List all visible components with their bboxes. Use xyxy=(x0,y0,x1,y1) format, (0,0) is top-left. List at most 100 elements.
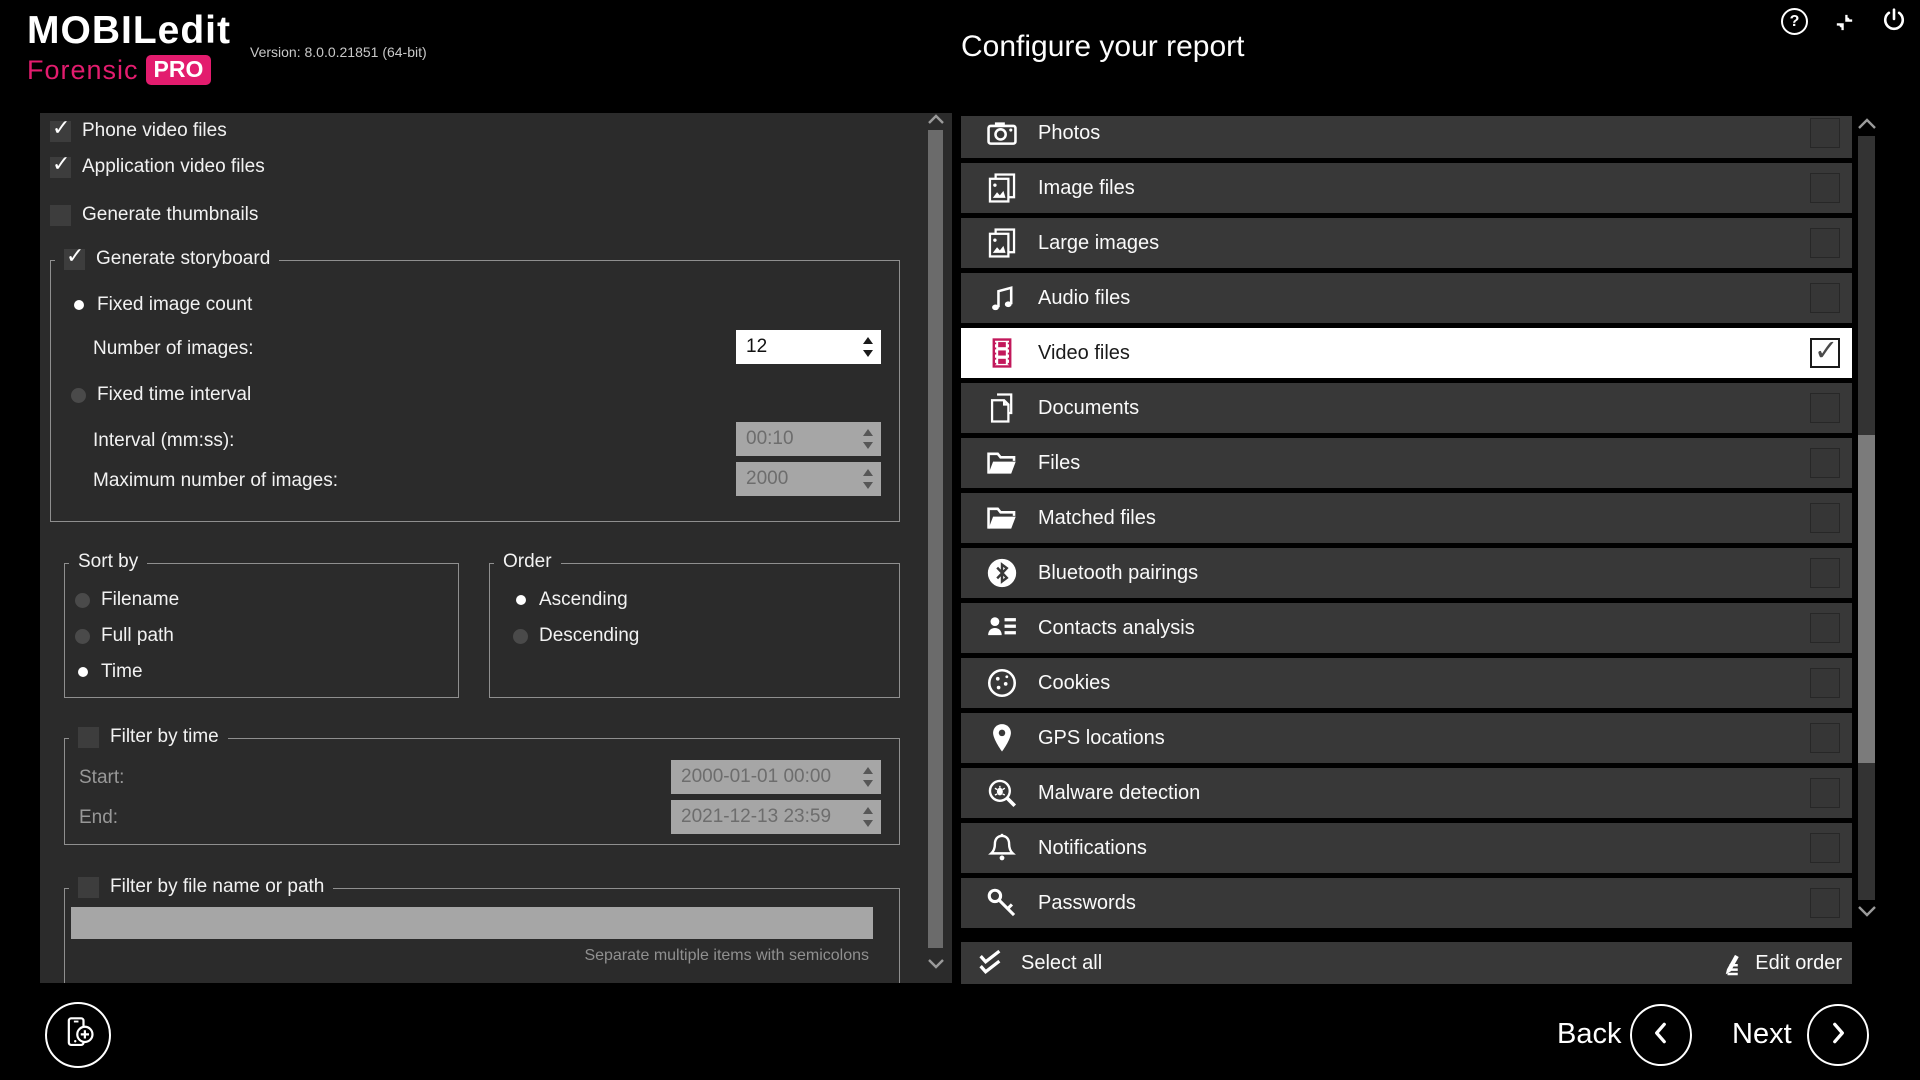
report-item-checkbox[interactable] xyxy=(1810,558,1840,588)
report-item-audio-files[interactable]: Audio files xyxy=(961,273,1852,323)
max-images-label: Maximum number of images: xyxy=(93,469,338,493)
number-of-images-spinner[interactable] xyxy=(736,330,881,364)
checkbox-unchecked-icon[interactable] xyxy=(78,877,99,898)
scrollbar-thumb[interactable] xyxy=(928,130,943,948)
report-item-checkbox[interactable] xyxy=(1810,888,1840,918)
spin-down-icon[interactable] xyxy=(863,442,873,449)
spin-up-icon[interactable] xyxy=(863,807,873,814)
scrollbar-thumb[interactable] xyxy=(1858,435,1875,763)
report-item-files[interactable]: Files xyxy=(961,438,1852,488)
spinner-arrows[interactable] xyxy=(855,800,881,834)
select-all-button[interactable]: Select all xyxy=(1021,952,1102,975)
next-button-label[interactable]: Next xyxy=(1732,1018,1792,1051)
connect-phone-button[interactable] xyxy=(45,1002,111,1068)
report-item-matched-files[interactable]: Matched files xyxy=(961,493,1852,543)
checkbox-checked-icon[interactable] xyxy=(64,249,85,270)
spin-down-icon[interactable] xyxy=(863,820,873,827)
radio-selected-icon[interactable] xyxy=(75,665,90,680)
filter-by-name-checkbox[interactable]: Filter by file name or path xyxy=(69,876,333,898)
start-date-spinner[interactable] xyxy=(671,760,881,794)
spinner-arrows[interactable] xyxy=(855,330,881,364)
spin-up-icon[interactable] xyxy=(863,767,873,774)
filter-by-time-checkbox[interactable]: Filter by time xyxy=(69,726,228,748)
scroll-up-icon[interactable] xyxy=(927,113,945,125)
scroll-down-icon[interactable] xyxy=(927,958,945,970)
report-item-checkbox[interactable] xyxy=(1810,283,1840,313)
radio-unselected-icon[interactable] xyxy=(513,629,528,644)
report-item-checkbox[interactable] xyxy=(1810,228,1840,258)
report-item-video-files[interactable]: Video files xyxy=(961,328,1852,378)
report-item-notifications[interactable]: Notifications xyxy=(961,823,1852,873)
sort-filename-radio[interactable]: Filename xyxy=(75,588,179,612)
report-item-passwords[interactable]: Passwords xyxy=(961,878,1852,928)
select-all-icon[interactable] xyxy=(975,948,1005,978)
number-of-images-input[interactable] xyxy=(736,330,855,364)
spin-up-icon[interactable] xyxy=(863,337,873,344)
back-button[interactable] xyxy=(1630,1004,1692,1066)
filename-filter-input[interactable] xyxy=(71,907,873,939)
report-item-checkbox[interactable] xyxy=(1810,613,1840,643)
spin-up-icon[interactable] xyxy=(863,429,873,436)
report-item-cookies[interactable]: Cookies xyxy=(961,658,1852,708)
report-item-malware-detection[interactable]: Malware detection xyxy=(961,768,1852,818)
spin-down-icon[interactable] xyxy=(863,350,873,357)
order-ascending-radio[interactable]: Ascending xyxy=(513,588,628,612)
end-date-input[interactable] xyxy=(671,800,855,834)
report-item-checkbox[interactable] xyxy=(1810,393,1840,423)
restore-icon[interactable] xyxy=(1833,11,1856,39)
sort-time-radio[interactable]: Time xyxy=(75,660,143,684)
power-icon[interactable] xyxy=(1881,7,1907,38)
report-item-checkbox[interactable] xyxy=(1810,668,1840,698)
spinner-arrows[interactable] xyxy=(855,422,881,456)
report-item-checkbox[interactable] xyxy=(1810,448,1840,478)
checkbox-checked-icon[interactable] xyxy=(50,157,71,178)
radio-unselected-icon[interactable] xyxy=(71,388,86,403)
report-item-checkbox[interactable] xyxy=(1810,118,1840,148)
spinner-arrows[interactable] xyxy=(855,760,881,794)
start-date-input[interactable] xyxy=(671,760,855,794)
report-item-photos[interactable]: Photos xyxy=(961,116,1852,158)
checkbox-unchecked-icon[interactable] xyxy=(50,205,71,226)
report-item-gps-locations[interactable]: GPS locations xyxy=(961,713,1852,763)
report-item-checkbox[interactable] xyxy=(1810,833,1840,863)
generate-thumbnails-checkbox[interactable]: Generate thumbnails xyxy=(50,203,258,227)
spinner-arrows[interactable] xyxy=(855,462,881,496)
application-video-files-checkbox[interactable]: Application video files xyxy=(50,155,265,179)
spin-down-icon[interactable] xyxy=(863,482,873,489)
scroll-down-icon[interactable] xyxy=(1857,905,1877,918)
help-icon[interactable] xyxy=(1781,8,1808,35)
interval-spinner[interactable] xyxy=(736,422,881,456)
order-descending-radio[interactable]: Descending xyxy=(513,624,639,648)
checkbox-checked-icon[interactable] xyxy=(50,121,71,142)
report-item-contacts-analysis[interactable]: Contacts analysis xyxy=(961,603,1852,653)
checkbox-unchecked-icon[interactable] xyxy=(78,727,99,748)
generate-storyboard-checkbox[interactable]: Generate storyboard xyxy=(55,248,279,270)
report-item-image-files[interactable]: Image files xyxy=(961,163,1852,213)
radio-selected-icon[interactable] xyxy=(513,593,528,608)
report-item-documents[interactable]: Documents xyxy=(961,383,1852,433)
report-item-checkbox[interactable] xyxy=(1810,503,1840,533)
spin-down-icon[interactable] xyxy=(863,780,873,787)
fixed-image-count-radio[interactable]: Fixed image count xyxy=(71,293,252,317)
max-images-spinner[interactable] xyxy=(736,462,881,496)
next-button[interactable] xyxy=(1807,1004,1869,1066)
report-item-checkbox[interactable] xyxy=(1810,778,1840,808)
interval-input[interactable] xyxy=(736,422,855,456)
report-item-checkbox[interactable] xyxy=(1810,173,1840,203)
radio-unselected-icon[interactable] xyxy=(75,593,90,608)
radio-selected-icon[interactable] xyxy=(71,298,86,313)
fixed-time-interval-radio[interactable]: Fixed time interval xyxy=(71,383,251,407)
report-item-checkbox[interactable] xyxy=(1810,723,1840,753)
sort-full-path-radio[interactable]: Full path xyxy=(75,624,174,648)
max-images-input[interactable] xyxy=(736,462,855,496)
back-button-label[interactable]: Back xyxy=(1557,1018,1621,1051)
report-item-large-images[interactable]: Large images xyxy=(961,218,1852,268)
report-item-bluetooth-pairings[interactable]: Bluetooth pairings xyxy=(961,548,1852,598)
edit-order-button[interactable]: Edit order xyxy=(1713,948,1842,978)
end-date-spinner[interactable] xyxy=(671,800,881,834)
spin-up-icon[interactable] xyxy=(863,469,873,476)
report-item-checkbox-checked[interactable] xyxy=(1810,338,1840,368)
scroll-up-icon[interactable] xyxy=(1857,117,1877,130)
phone-video-files-checkbox[interactable]: Phone video files xyxy=(50,119,227,143)
radio-unselected-icon[interactable] xyxy=(75,629,90,644)
